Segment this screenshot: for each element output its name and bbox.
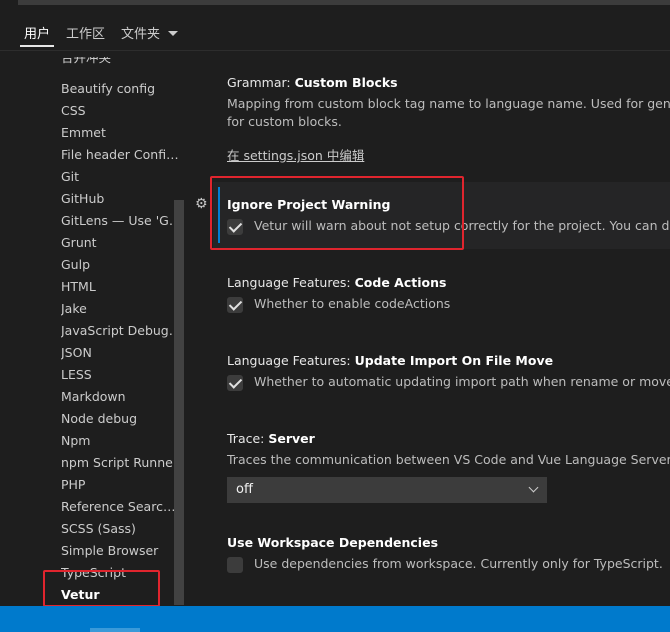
- toc-item-scss[interactable]: SCSS (Sass): [61, 519, 183, 539]
- tab-folder-label: 文件夹: [121, 27, 161, 42]
- setting-title: Language Features: Update Import On File…: [227, 353, 553, 368]
- tab-workspace[interactable]: 工作区: [66, 23, 105, 42]
- toc-item-beautify-config[interactable]: Beautify config: [61, 79, 183, 99]
- update-import-checkbox[interactable]: [227, 375, 243, 391]
- setting-category: Language Features:: [227, 275, 355, 290]
- select-value: off: [236, 482, 253, 497]
- toc-item-gulp[interactable]: Gulp: [61, 255, 183, 275]
- toc-item-gitlens[interactable]: GitLens — Use 'Git...: [61, 211, 183, 231]
- workspace-deps-checkbox[interactable]: [227, 557, 243, 573]
- toc-item-javascript-debugger[interactable]: JavaScript Debugger: [61, 321, 183, 341]
- setting-title: Language Features: Code Actions: [227, 275, 446, 290]
- setting-category: Grammar:: [227, 75, 295, 90]
- toc-item-css[interactable]: CSS: [61, 101, 183, 121]
- gear-icon[interactable]: ⚙: [195, 196, 208, 212]
- setting-description: Vetur will warn about not setup correctl…: [254, 218, 670, 233]
- setting-custom-blocks: Grammar: Custom Blocks Mapping from cust…: [213, 57, 670, 167]
- setting-category: Trace:: [227, 431, 269, 446]
- setting-name: Ignore Project Warning: [227, 197, 391, 212]
- chevron-down-icon[interactable]: [168, 31, 179, 36]
- toc-scrollbar[interactable]: [174, 200, 184, 605]
- setting-trace-server: Trace: Server Traces the communication b…: [213, 418, 670, 508]
- settings-toc: 合并冲突 Beautify config CSS Emmet File head…: [0, 57, 186, 605]
- setting-name: Update Import On File Move: [354, 353, 554, 368]
- toc-item-json[interactable]: JSON: [61, 343, 183, 363]
- toc-item-less[interactable]: LESS: [61, 365, 183, 385]
- setting-name: Code Actions: [354, 275, 447, 290]
- toc-item-jake[interactable]: Jake: [61, 299, 183, 319]
- settings-scope-tabs: 用户 工作区 文件夹: [0, 14, 670, 50]
- toc-item-github[interactable]: GitHub: [61, 189, 183, 209]
- toc-item-node-debug[interactable]: Node debug: [61, 409, 183, 429]
- setting-description: Mapping from custom block tag name to la…: [227, 96, 670, 111]
- toc-item-emmet[interactable]: Emmet: [61, 123, 183, 143]
- toc-item-reference-search[interactable]: Reference Search V...: [61, 497, 183, 517]
- setting-description-cont: for custom blocks.: [227, 114, 342, 129]
- toc-item-markdown[interactable]: Markdown: [61, 387, 183, 407]
- setting-update-import: Language Features: Update Import On File…: [213, 340, 670, 400]
- setting-category: Language Features:: [227, 353, 355, 368]
- tab-user[interactable]: 用户: [19, 23, 55, 47]
- setting-workspace-dependencies: Use Workspace Dependencies Use dependenc…: [213, 522, 670, 582]
- toc-item-file-header[interactable]: File header Configu...: [61, 145, 183, 165]
- settings-list: Grammar: Custom Blocks Mapping from cust…: [213, 57, 670, 605]
- setting-name: Use Workspace Dependencies: [227, 535, 439, 550]
- setting-ignore-project-warning[interactable]: Ignore Project Warning Vetur will warn a…: [213, 182, 670, 249]
- toc-item-php[interactable]: PHP: [61, 475, 183, 495]
- setting-code-actions: Language Features: Code Actions Whether …: [213, 262, 670, 322]
- setting-description: Traces the communication between VS Code…: [227, 452, 670, 467]
- status-bar-segment: [90, 628, 140, 632]
- ignore-warning-checkbox[interactable]: [227, 219, 243, 235]
- setting-name: Custom Blocks: [294, 75, 398, 90]
- search-bar[interactable]: [18, 0, 670, 5]
- toc-item-npm-script-runner[interactable]: npm Script Runner: [61, 453, 183, 473]
- toc-item-typescript[interactable]: TypeScript: [61, 563, 183, 583]
- toc-item-npm[interactable]: Npm: [61, 431, 183, 451]
- setting-description: Whether to automatic updating import pat…: [254, 374, 670, 389]
- focus-indicator: [218, 187, 220, 243]
- setting-title: Ignore Project Warning: [227, 197, 390, 212]
- code-actions-checkbox[interactable]: [227, 297, 243, 313]
- tabs-divider: [0, 50, 670, 51]
- status-bar: [0, 606, 670, 632]
- setting-title: Grammar: Custom Blocks: [227, 75, 398, 90]
- setting-description: Whether to enable codeActions: [254, 296, 451, 311]
- toc-item-git[interactable]: Git: [61, 167, 183, 187]
- setting-title: Use Workspace Dependencies: [227, 535, 438, 550]
- toc-item-simple-browser[interactable]: Simple Browser: [61, 541, 183, 561]
- trace-server-select[interactable]: off: [227, 477, 547, 503]
- edit-in-settings-json-link[interactable]: 在 settings.json 中编辑: [227, 145, 364, 164]
- tab-folder[interactable]: 文件夹: [121, 23, 179, 42]
- toc-item-grunt[interactable]: Grunt: [61, 233, 183, 253]
- setting-title: Trace: Server: [227, 431, 315, 446]
- toc-item-html[interactable]: HTML: [61, 277, 183, 297]
- chevron-down-icon: [528, 482, 539, 493]
- toc-item-vetur[interactable]: Vetur: [61, 585, 183, 605]
- setting-name: Server: [268, 431, 315, 446]
- toc-item-merge-conflict[interactable]: 合并冲突: [61, 57, 183, 69]
- setting-description: Use dependencies from workspace. Current…: [254, 556, 663, 571]
